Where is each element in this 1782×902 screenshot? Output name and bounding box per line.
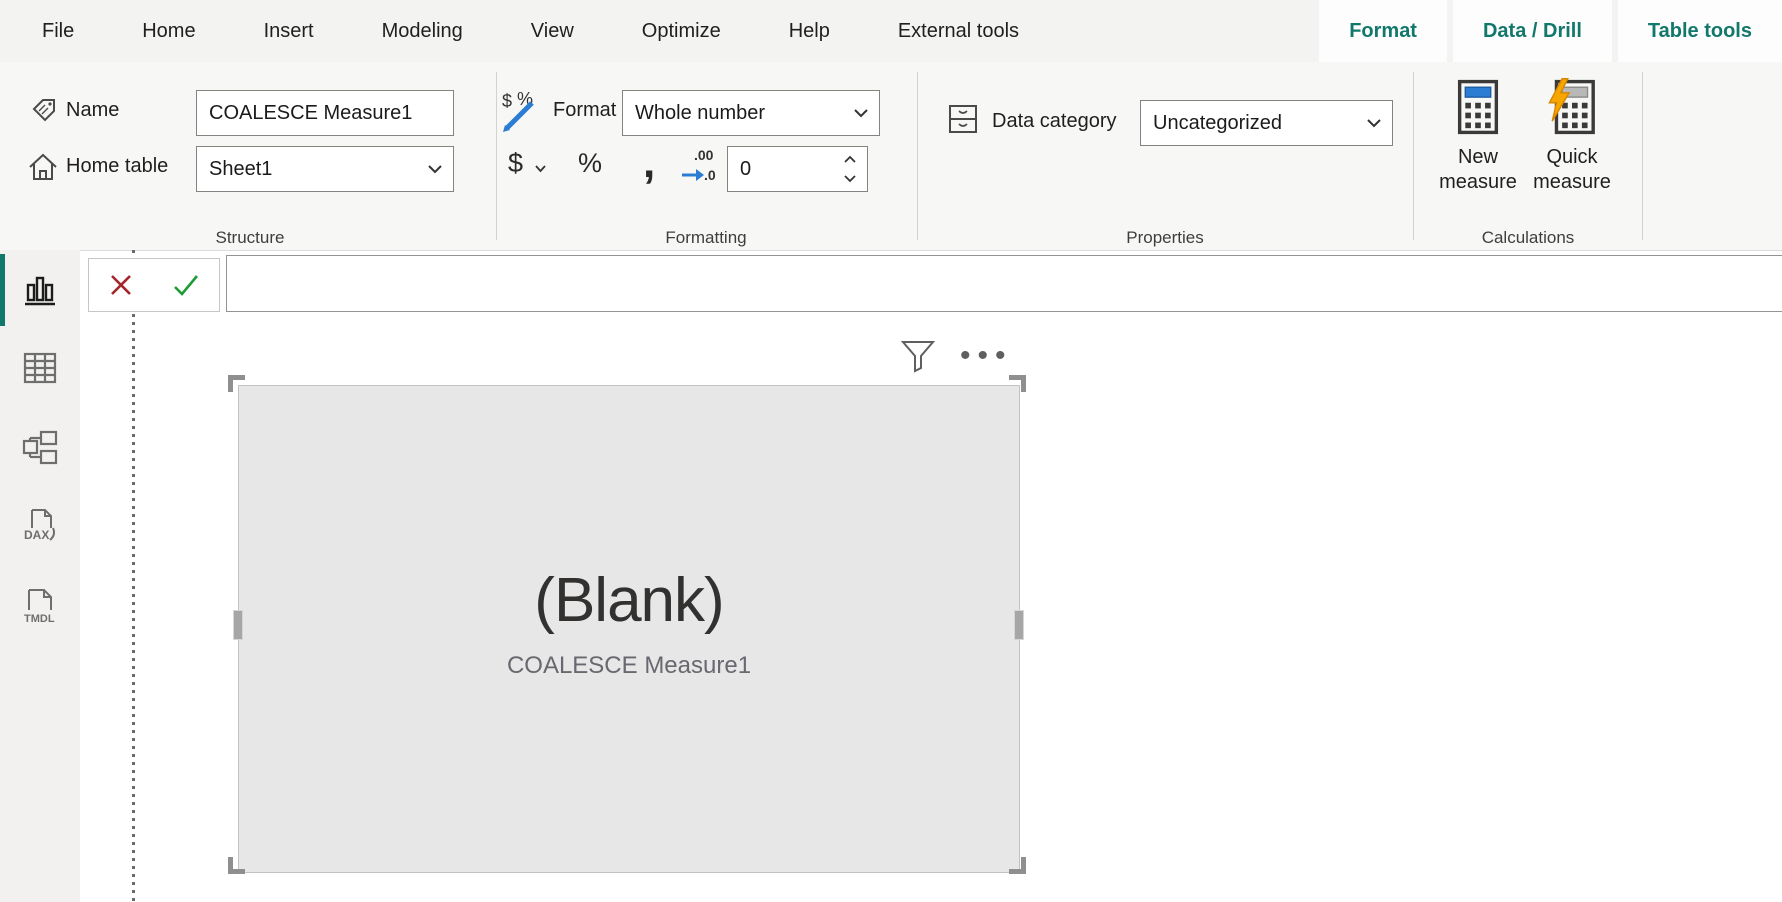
menu-external-tools[interactable]: External tools [864, 0, 1053, 62]
menu-bar: File Home Insert Modeling View Optimize … [0, 0, 1782, 62]
quick-measure-label: Quick measure [1514, 145, 1630, 195]
formula-line-number: 1 [247, 311, 264, 312]
formula-actions [88, 258, 220, 312]
ribbon: Name Home table Sheet1 Structure $ % [0, 62, 1782, 251]
formula-bar[interactable]: 1 COALESCE Measure1 = COALESCE(BLANK(), … [226, 255, 1782, 312]
view-sidebar: DAX TMDL [0, 250, 80, 902]
resize-handle-middle-right[interactable] [1014, 610, 1024, 640]
visual-hover-toolbar: ••• [900, 338, 1013, 374]
data-category-dropdown[interactable]: Uncategorized [1140, 100, 1393, 146]
data-category-value: Uncategorized [1141, 112, 1366, 135]
home-table-label: Home table [66, 155, 168, 178]
page-boundary-dotted-line [132, 250, 135, 902]
menu-insert[interactable]: Insert [230, 0, 348, 62]
format-dropdown[interactable]: Whole number [622, 90, 880, 136]
measure-name-input[interactable] [197, 102, 453, 125]
svg-text:$: $ [502, 91, 512, 111]
sidebar-item-tmdl-view[interactable]: TMDL [0, 568, 80, 644]
properties-group-label: Properties [975, 228, 1355, 248]
name-label: Name [66, 99, 119, 122]
format-value: Whole number [623, 102, 853, 125]
formatting-group-label: Formatting [516, 228, 896, 248]
tmdl-view-icon: TMDL [20, 586, 60, 626]
decimal-places-value: 0 [728, 158, 843, 181]
resize-handle-top-left[interactable] [228, 375, 245, 392]
tab-format[interactable]: Format [1319, 0, 1447, 62]
chevron-down-icon [1366, 118, 1382, 128]
cancel-formula-button[interactable] [107, 271, 135, 299]
resize-handle-bottom-left[interactable] [228, 857, 245, 874]
filter-icon[interactable] [900, 338, 936, 374]
svg-text:TMDL: TMDL [24, 613, 55, 625]
report-view-icon [21, 271, 59, 309]
svg-text:DAX: DAX [24, 528, 49, 542]
dax-query-view-icon: DAX [20, 506, 60, 546]
data-category-icon [946, 102, 980, 141]
calculator-icon [1454, 78, 1502, 136]
ribbon-divider [917, 72, 918, 240]
card-label: COALESCE Measure1 [507, 652, 751, 680]
sidebar-item-report-view[interactable] [0, 252, 80, 328]
menu-home[interactable]: Home [108, 0, 229, 62]
ribbon-divider [1642, 72, 1643, 240]
measure-name-field[interactable] [196, 90, 454, 136]
svg-text:.00: .00 [694, 147, 714, 163]
calculations-group-label: Calculations [1338, 228, 1718, 248]
menu-optimize[interactable]: Optimize [608, 0, 755, 62]
format-label: Format [553, 99, 616, 122]
decimal-places-stepper[interactable]: 0 [727, 146, 868, 192]
contextual-tabs: Format Data / Drill Table tools [1319, 0, 1782, 62]
tab-data-drill[interactable]: Data / Drill [1453, 0, 1612, 62]
table-view-icon [21, 350, 59, 386]
menu-modeling[interactable]: Modeling [348, 0, 497, 62]
sidebar-item-dax-query-view[interactable]: DAX [0, 488, 80, 564]
resize-handle-middle-left[interactable] [233, 610, 243, 640]
commit-formula-button[interactable] [171, 271, 201, 299]
decimal-places-icon[interactable]: .00 .0 [680, 146, 720, 191]
menu-help[interactable]: Help [755, 0, 864, 62]
home-table-value: Sheet1 [197, 158, 427, 181]
quick-measure-button[interactable]: Quick measure [1514, 78, 1630, 195]
svg-text:.0: .0 [704, 167, 716, 183]
quick-measure-icon [1548, 78, 1596, 136]
more-options-icon[interactable]: ••• [960, 339, 1013, 373]
chevron-down-icon [427, 164, 443, 174]
data-category-label: Data category [992, 110, 1117, 133]
chevron-down-icon [853, 108, 869, 118]
sidebar-item-table-view[interactable] [0, 330, 80, 406]
resize-handle-bottom-right[interactable] [1009, 857, 1026, 874]
structure-group-label: Structure [60, 228, 440, 248]
menu-file[interactable]: File [0, 0, 108, 62]
home-icon [26, 150, 60, 189]
chevron-down-icon[interactable] [534, 164, 547, 173]
powerbi-window: File Home Insert Modeling View Optimize … [0, 0, 1782, 902]
model-view-icon [20, 429, 60, 467]
tab-table-tools[interactable]: Table tools [1618, 0, 1782, 62]
sidebar-item-model-view[interactable] [0, 410, 80, 486]
ribbon-divider [1413, 72, 1414, 240]
thousands-separator-button[interactable]: , [643, 138, 655, 188]
card-visual[interactable]: (Blank) COALESCE Measure1 [238, 385, 1020, 873]
menu-view[interactable]: View [497, 0, 608, 62]
active-view-indicator [0, 254, 5, 326]
stepper-arrows-icon[interactable] [843, 154, 857, 184]
home-table-dropdown[interactable]: Sheet1 [196, 146, 454, 192]
card-value: (Blank) [534, 565, 723, 636]
tag-icon [28, 94, 60, 131]
currency-format-button[interactable]: $ [508, 148, 523, 179]
resize-handle-top-right[interactable] [1009, 375, 1026, 392]
percent-format-button[interactable]: % [578, 148, 602, 179]
format-painter-icon[interactable]: $ % [500, 90, 546, 139]
ribbon-divider [496, 72, 497, 240]
